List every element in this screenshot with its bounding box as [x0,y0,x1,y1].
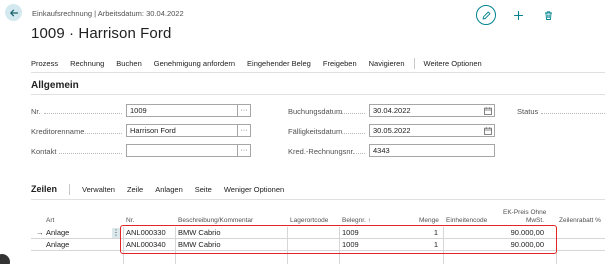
cell-price[interactable]: 90.000,00 [501,227,544,239]
column-header-price[interactable]: EK-Preis Ohne MwSt. [503,209,547,225]
lines-separator [69,183,71,195]
ellipsis-icon: ··· [240,106,248,114]
due-date-label: Fälligkeitsdatum [288,127,343,136]
column-divider [339,227,340,264]
lines-divider [31,199,605,200]
contact-field[interactable] [126,144,238,157]
action-menu: Prozess Rechnung Buchen Genehmigung anfo… [31,57,494,69]
lines-action-page[interactable]: Seite [195,185,212,194]
menu-separator [413,57,415,69]
back-arrow-icon [9,9,18,16]
ellipsis-icon: ··· [240,146,248,154]
new-button[interactable] [511,8,525,22]
menu-item-freigeben[interactable]: Freigeben [323,59,357,68]
delete-button[interactable] [541,8,555,22]
cell-type[interactable]: Anlage [46,227,69,239]
vendor-name-label: Kreditorenname [31,127,85,136]
status-leader [541,113,605,114]
menu-item-prozess[interactable]: Prozess [31,59,58,68]
cell-quantity[interactable]: 1 [411,239,438,251]
delete-icon [544,10,552,20]
due-date-leader [341,133,365,134]
edit-button[interactable] [476,5,496,25]
section-title-general[interactable]: Allgemein [31,80,79,91]
column-header-discount[interactable]: Zeilenrabatt % [559,217,601,225]
plus-icon [513,10,523,20]
lines-action-fewer-options[interactable]: Weniger Optionen [224,185,284,194]
cell-no[interactable]: ANL000340 [126,239,166,251]
row-actions-button[interactable]: ⋮ [112,228,120,238]
column-header-type[interactable]: Art [46,217,54,225]
vendor-name-lookup-button[interactable]: ··· [238,124,251,137]
back-button[interactable] [5,4,22,21]
column-header-quantity[interactable]: Menge [419,217,439,225]
lines-action-manage[interactable]: Verwalten [82,185,115,194]
no-field[interactable]: 1009 [126,104,238,117]
column-header-no[interactable]: Nr. [126,217,134,225]
column-divider [287,227,288,264]
table-row[interactable]: Anlage ANL000340 BMW Cabrio 1009 1 90.00… [31,239,605,251]
no-label: Nr. [31,107,41,116]
column-divider [123,227,124,264]
status-label: Status [517,107,539,116]
lines-title[interactable]: Zeilen [31,184,57,194]
column-header-description[interactable]: Beschreibung/Kommentar [178,217,253,225]
edit-icon [482,11,490,19]
cell-description[interactable]: BMW Cabrio [178,227,221,239]
page-subtitle: Einkaufsrechnung | Arbeitsdatum: 30.04.2… [32,9,184,18]
menu-item-rechnung[interactable]: Rechnung [70,59,104,68]
posting-date-leader [333,113,365,114]
column-divider [556,227,557,264]
vendor-invoice-no-field[interactable]: 4343 [369,144,495,157]
lines-toolbar: Zeilen Verwalten Zeile Anlagen Seite Wen… [31,183,296,195]
cell-quantity[interactable]: 1 [411,227,438,239]
current-row-arrow-icon: → [36,228,44,237]
contact-leader [59,153,122,154]
menu-divider [31,72,605,73]
no-leader [44,113,122,114]
menu-item-more-options[interactable]: Weitere Optionen [424,59,482,68]
posting-date-field[interactable]: 30.04.2022 [369,104,495,117]
cell-price[interactable]: 90.000,00 [501,239,544,251]
cell-doc-no[interactable]: 1009 [342,227,359,239]
posting-date-label: Buchungsdatum [288,107,343,116]
column-header-price-line1: EK-Preis Ohne [503,209,547,216]
page-title: 1009 · Harrison Ford [31,25,172,42]
menu-item-buchen[interactable]: Buchen [116,59,141,68]
vertical-ellipsis-icon: ⋮ [112,228,120,237]
ellipsis-icon: ··· [240,126,248,134]
table-row-empty[interactable] [31,251,605,263]
column-header-doc-no[interactable]: Belegnr. ↑ [342,217,371,225]
contact-label: Kontakt [31,147,57,156]
column-header-location[interactable]: Lagerortcode [290,217,328,225]
cell-type[interactable]: Anlage [46,239,69,251]
menu-item-genehmigung[interactable]: Genehmigung anfordern [154,59,235,68]
contact-lookup-button[interactable]: ··· [238,144,251,157]
no-lookup-button[interactable]: ··· [238,104,251,117]
section-divider [31,94,605,95]
column-header-price-line2: MwSt. [525,217,544,224]
vendor-invoice-no-label: Kred.-Rechnungsnr. [288,147,355,156]
column-header-unit[interactable]: Einheitencode [446,217,487,225]
cell-no[interactable]: ANL000330 [126,227,166,239]
cell-doc-no[interactable]: 1009 [342,239,359,251]
due-date-field[interactable]: 30.05.2022 [369,124,495,137]
calendar-icon[interactable] [484,107,492,115]
lines-action-line[interactable]: Zeile [127,185,143,194]
vendor-name-leader [82,133,122,134]
calendar-icon[interactable] [484,127,492,135]
column-divider [443,227,444,264]
menu-item-eingehender-beleg[interactable]: Eingehender Beleg [247,59,311,68]
vendor-name-field[interactable]: Harrison Ford [126,124,238,137]
cell-description[interactable]: BMW Cabrio [178,239,221,251]
menu-item-navigieren[interactable]: Navigieren [369,59,405,68]
corner-avatar [0,254,10,264]
column-divider [175,227,176,264]
vendor-invoice-no-leader [354,153,365,154]
lines-action-attachments[interactable]: Anlagen [155,185,183,194]
